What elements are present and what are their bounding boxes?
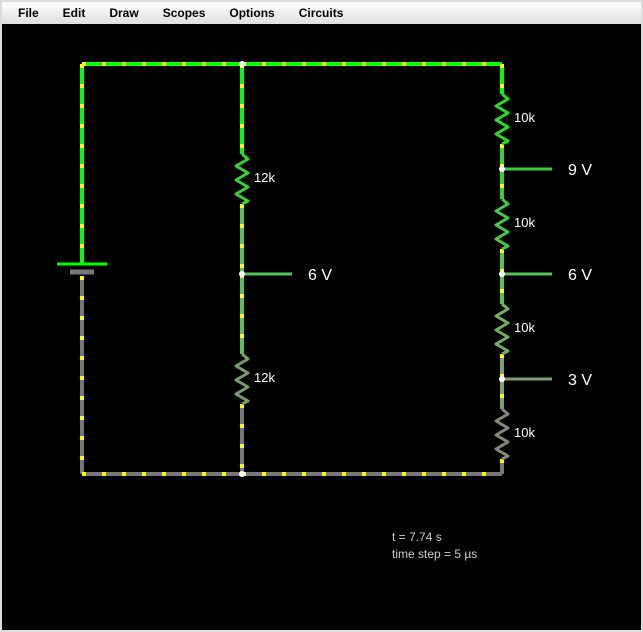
label-v-right-2: 6 V: [568, 267, 592, 284]
circuit-svg: 10k 10k 10k 10k 12k 12k 6 V 9 V 6 V 3 V: [2, 24, 643, 632]
menu-draw[interactable]: Draw: [99, 4, 148, 22]
app-window: File Edit Draw Scopes Options Circuits: [0, 0, 643, 632]
label-r-center-2: 12k: [254, 370, 275, 385]
menu-file[interactable]: File: [8, 4, 49, 22]
label-v-right-3: 3 V: [568, 372, 592, 389]
label-r-right-2: 10k: [514, 215, 535, 230]
circuit-canvas[interactable]: 10k 10k 10k 10k 12k 12k 6 V 9 V 6 V 3 V …: [2, 24, 641, 630]
label-r-center-1: 12k: [254, 170, 275, 185]
menu-edit[interactable]: Edit: [53, 4, 96, 22]
label-v-center: 6 V: [308, 267, 332, 284]
menu-options[interactable]: Options: [219, 4, 284, 22]
menu-circuits[interactable]: Circuits: [289, 4, 354, 22]
label-r-right-4: 10k: [514, 425, 535, 440]
menu-scopes[interactable]: Scopes: [153, 4, 216, 22]
label-r-right-1: 10k: [514, 110, 535, 125]
menubar: File Edit Draw Scopes Options Circuits: [2, 2, 641, 25]
label-v-right-1: 9 V: [568, 162, 592, 179]
sim-time: t = 7.74 s: [392, 530, 442, 544]
sim-step: time step = 5 µs: [392, 547, 477, 561]
label-r-right-3: 10k: [514, 320, 535, 335]
sim-status: t = 7.74 s time step = 5 µs: [392, 529, 477, 563]
